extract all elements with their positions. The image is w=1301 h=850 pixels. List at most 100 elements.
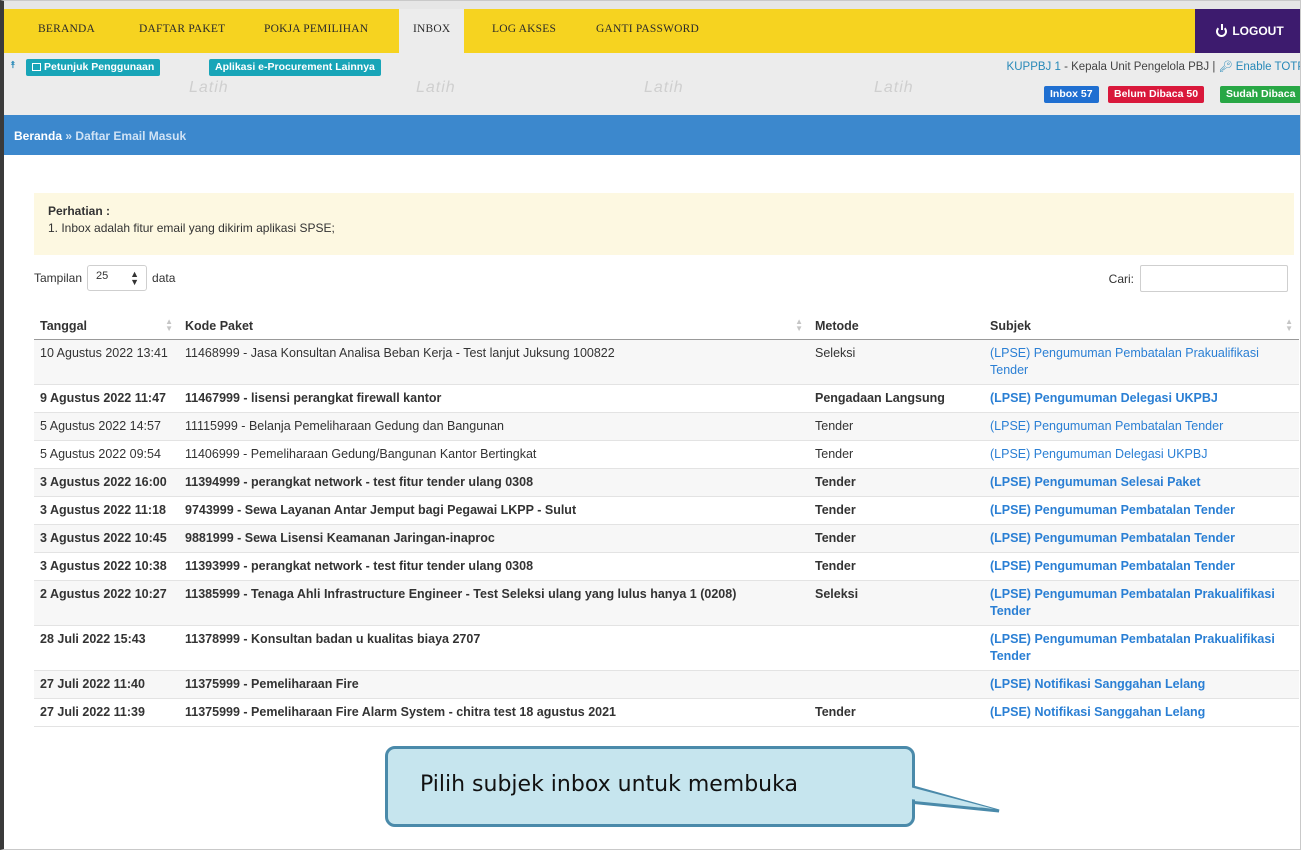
petunjuk-button[interactable]: Petunjuk Penggunaan <box>26 59 161 76</box>
nav-ganti-password[interactable]: GANTI PASSWORD <box>596 23 699 35</box>
enable-totp-link[interactable]: Enable TOTP <box>1236 61 1300 73</box>
search-control: Cari: <box>1109 265 1288 292</box>
cell-tanggal: 27 Juli 2022 11:39 <box>34 698 179 727</box>
logout-label: LOGOUT <box>1232 24 1284 38</box>
page-size-value: 25 <box>96 270 109 282</box>
chevrons-up-icon[interactable]: ⯭ <box>10 60 16 71</box>
cell-kode-paket: 11393999 - perangkat network - test fitu… <box>179 552 809 581</box>
inbox-table: Tanggal ▲ ▼ Kode Paket ▲ ▼ Metode Subjek ▲ ▼ 1… <box>34 313 1299 727</box>
cell-metode: Tender <box>809 496 984 525</box>
table-row: 27 Juli 2022 11:39 11375999 - Pemeliharaa… <box>34 698 1299 727</box>
cell-subjek-link[interactable]: (LPSE) Pengumuman Delegasi UKPBJ <box>984 440 1299 469</box>
table-row: 5 Agustus 2022 14:57 11115999 - Belanja P… <box>34 412 1299 441</box>
cell-tanggal: 9 Agustus 2022 11:47 <box>34 384 179 413</box>
cell-subjek-link[interactable]: (LPSE) Pengumuman Delegasi UKPBJ <box>984 384 1299 413</box>
search-label: Cari: <box>1108 271 1134 286</box>
cell-metode: Tender <box>809 698 984 727</box>
cell-kode-paket: 11394999 - perangkat network - test fitu… <box>179 468 809 497</box>
cell-tanggal: 28 Juli 2022 15:43 <box>34 625 179 671</box>
cell-kode-paket: 11378999 - Konsultan badan u kualitas bi… <box>179 625 809 671</box>
cell-kode-paket: 11375999 - Pemeliharaan Fire <box>179 670 809 699</box>
unread-badge[interactable]: Belum Dibaca 50 <box>1108 86 1205 103</box>
cell-subjek-link[interactable]: (LPSE) Notifikasi Sanggahan Lelang <box>984 698 1299 727</box>
watermark: Latih <box>644 79 684 96</box>
cell-kode-paket: 9743999 - Sewa Layanan Antar Jemput bagi… <box>179 496 809 525</box>
cell-tanggal: 3 Agustus 2022 11:18 <box>34 496 179 525</box>
nav-log-akses[interactable]: LOG AKSES <box>492 23 556 35</box>
cell-subjek-link[interactable]: (LPSE) Pengumuman Pembatalan Prakualifik… <box>984 625 1299 671</box>
top-navbar: BERANDA DAFTAR PAKET POKJA PEMILIHAN INB… <box>4 1 1300 53</box>
cell-subjek-link[interactable]: (LPSE) Pengumuman Pembatalan Tender <box>984 412 1299 441</box>
inbox-count-badge[interactable]: Inbox 57 <box>1044 86 1099 103</box>
table-row: 5 Agustus 2022 09:54 11406999 - Pemelihar… <box>34 440 1299 469</box>
key-icon: 🔑︎ <box>1218 61 1233 73</box>
search-input[interactable] <box>1140 265 1288 292</box>
cell-metode: Tender <box>809 468 984 497</box>
page-size-select[interactable]: 25 ▲ ▼ <box>87 265 148 291</box>
cell-tanggal: 3 Agustus 2022 16:00 <box>34 468 179 497</box>
table-row: 10 Agustus 2022 13:41 11468999 - Jasa Kon… <box>34 339 1299 385</box>
cell-metode: Seleksi <box>809 580 984 626</box>
table-row: 2 Agustus 2022 10:27 11385999 - Tenaga Ah… <box>34 580 1299 626</box>
col-header-metode[interactable]: Metode <box>809 313 984 340</box>
cell-tanggal: 3 Agustus 2022 10:45 <box>34 524 179 553</box>
user-info: KUPPBJ 1 - Kepala Unit Pengelola PBJ | 🔑… <box>1007 60 1300 73</box>
read-badge[interactable]: Sudah Dibaca <box>1220 86 1300 103</box>
watermark: Latih <box>189 79 229 96</box>
cell-metode: Seleksi <box>809 339 984 385</box>
nav-pokja-pemilihan[interactable]: POKJA PEMILIHAN <box>264 23 368 35</box>
cell-tanggal: 5 Agustus 2022 09:54 <box>34 440 179 469</box>
watermark: Latih <box>416 79 456 96</box>
cell-subjek-link[interactable]: (LPSE) Pengumuman Pembatalan Tender <box>984 496 1299 525</box>
cell-tanggal: 3 Agustus 2022 10:38 <box>34 552 179 581</box>
cell-subjek-link[interactable]: (LPSE) Pengumuman Pembatalan Tender <box>984 524 1299 553</box>
col-header-tanggal[interactable]: Tanggal ▲ ▼ <box>34 313 179 340</box>
table-row: 3 Agustus 2022 10:38 11393999 - perangkat… <box>34 552 1299 581</box>
tutorial-callout: Pilih subjek inbox untuk membuka <box>385 746 915 827</box>
breadcrumb: Beranda » Daftar Email Masuk <box>4 115 1300 155</box>
user-desc: - Kepala Unit Pengelola PBJ | <box>1060 61 1219 73</box>
user-role[interactable]: KUPPBJ 1 <box>1007 61 1061 73</box>
aplikasi-button[interactable]: Aplikasi e-Procurement Lainnya <box>209 59 381 76</box>
petunjuk-label: Petunjuk Penggunaan <box>44 61 155 73</box>
breadcrumb-home[interactable]: Beranda <box>14 129 62 143</box>
cell-kode-paket: 11375999 - Pemeliharaan Fire Alarm Syste… <box>179 698 809 727</box>
cell-tanggal: 10 Agustus 2022 13:41 <box>34 339 179 385</box>
cell-subjek-link[interactable]: (LPSE) Notifikasi Sanggahan Lelang <box>984 670 1299 699</box>
cell-metode: Tender <box>809 552 984 581</box>
cell-kode-paket: 11406999 - Pemeliharaan Gedung/Bangunan … <box>179 440 809 469</box>
cell-kode-paket: 11385999 - Tenaga Ahli Infrastructure En… <box>179 580 809 626</box>
table-row: 27 Juli 2022 11:40 11375999 - Pemeliharaa… <box>34 670 1299 699</box>
cell-subjek-link[interactable]: (LPSE) Pengumuman Selesai Paket <box>984 468 1299 497</box>
cell-metode: Tender <box>809 524 984 553</box>
table-row: 3 Agustus 2022 16:00 11394999 - perangkat… <box>34 468 1299 497</box>
cell-subjek-link[interactable]: (LPSE) Pengumuman Pembatalan Tender <box>984 552 1299 581</box>
nav-inbox[interactable]: INBOX <box>399 9 465 53</box>
table-body: 10 Agustus 2022 13:41 11468999 - Jasa Kon… <box>34 339 1299 727</box>
cell-metode: Pengadaan Langsung <box>809 384 984 413</box>
cell-metode <box>809 670 984 699</box>
notice-title: Perhatian : <box>48 204 111 218</box>
nav-beranda[interactable]: BERANDA <box>38 23 95 35</box>
app-window: BERANDA DAFTAR PAKET POKJA PEMILIHAN INB… <box>0 0 1301 850</box>
select-arrows-icon: ▲ ▼ <box>130 269 140 287</box>
cell-kode-paket: 11115999 - Belanja Pemeliharaan Gedung d… <box>179 412 809 441</box>
col-header-subjek[interactable]: Subjek ▲ ▼ <box>984 313 1299 340</box>
table-header-row: Tanggal ▲ ▼ Kode Paket ▲ ▼ Metode Subjek ▲ ▼ <box>34 313 1299 340</box>
table-row: 9 Agustus 2022 11:47 11467999 - lisensi p… <box>34 384 1299 413</box>
breadcrumb-current: Daftar Email Masuk <box>75 129 187 143</box>
table-row: 3 Agustus 2022 11:18 9743999 - Sewa Layan… <box>34 496 1299 525</box>
sort-icon: ▲ ▼ <box>165 317 173 333</box>
cell-subjek-link[interactable]: (LPSE) Pengumuman Pembatalan Prakualifik… <box>984 580 1299 626</box>
cell-kode-paket: 11467999 - lisensi perangkat firewall ka… <box>179 384 809 413</box>
cell-tanggal: 2 Agustus 2022 10:27 <box>34 580 179 626</box>
cell-subjek-link[interactable]: (LPSE) Pengumuman Pembatalan Prakualifik… <box>984 339 1299 385</box>
cell-metode <box>809 625 984 671</box>
cell-metode: Tender <box>809 440 984 469</box>
book-icon <box>32 63 41 71</box>
logout-button[interactable]: LOGOUT <box>1195 9 1300 53</box>
col-header-kode-paket[interactable]: Kode Paket ▲ ▼ <box>179 313 809 340</box>
show-label: Tampilan <box>34 271 83 285</box>
data-label: data <box>152 271 176 285</box>
nav-daftar-paket[interactable]: DAFTAR PAKET <box>139 23 225 35</box>
